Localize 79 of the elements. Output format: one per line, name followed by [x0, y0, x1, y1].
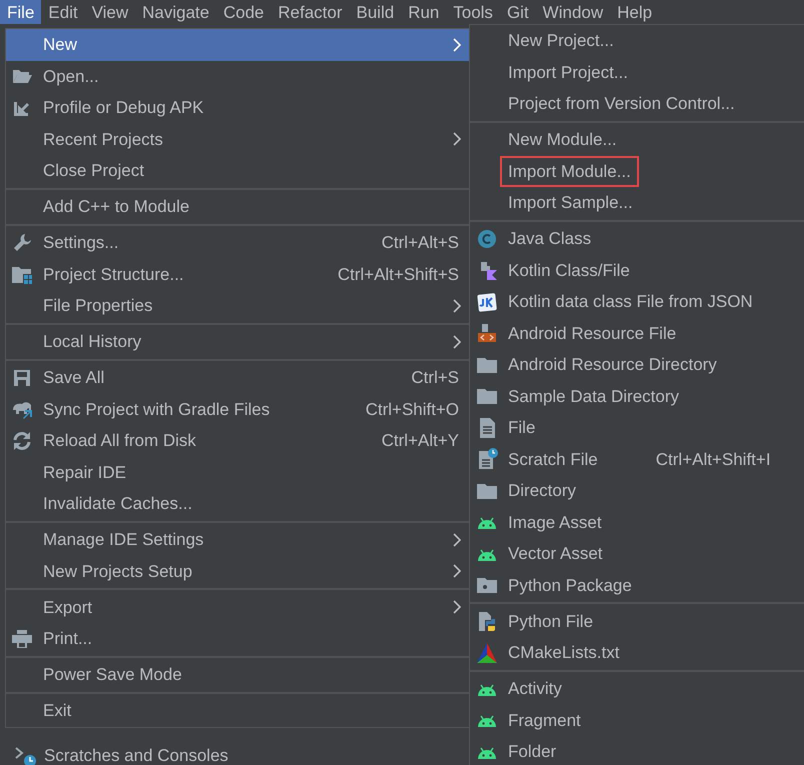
resource-file-icon [476, 322, 498, 344]
menu-item[interactable]: Project from Version Control... [500, 88, 743, 120]
printer-icon [11, 628, 33, 650]
menu-item[interactable]: File Properties [6, 290, 469, 322]
java-class-icon [476, 228, 498, 250]
menu-item[interactable]: Image Asset [500, 506, 610, 538]
shortcut-label: Ctrl+Alt+Shift+I [656, 448, 771, 470]
console-clock-icon [14, 744, 36, 765]
menu-item[interactable]: Kotlin data class File from JSON [500, 286, 761, 318]
menu-item[interactable]: Java Class [500, 223, 600, 254]
scratch-file-icon [476, 448, 498, 470]
menu-bar-item[interactable]: Window [536, 0, 610, 24]
menu-item[interactable]: Power Save Mode [6, 659, 469, 690]
menu-item[interactable]: Import Project... [500, 56, 636, 88]
menu-item[interactable]: Open... [6, 60, 469, 92]
shortcut-label: Ctrl+Alt+S [382, 232, 459, 254]
menu-bar-item[interactable]: Help [610, 0, 660, 24]
menu-item[interactable]: Fragment [500, 704, 589, 736]
shortcut-label: Ctrl+Alt+Shift+S [338, 264, 459, 286]
submenu-chevron-icon [453, 38, 461, 52]
menu-item[interactable]: Repair IDE [6, 456, 469, 488]
menu-item[interactable]: Export [6, 592, 469, 623]
menu-bar-item[interactable]: Edit [41, 0, 85, 24]
menu-item[interactable]: File [500, 412, 544, 444]
menu-item[interactable]: Scratch File [500, 444, 606, 475]
menu-item[interactable]: Import Sample... [500, 187, 641, 218]
submenu-chevron-icon [453, 298, 461, 313]
menu-bar-item[interactable]: Build [349, 0, 402, 24]
menu-item[interactable]: Import Module... [500, 156, 639, 187]
submenu-chevron-icon [453, 600, 461, 614]
shortcut-label: Ctrl+Alt+Y [382, 430, 459, 452]
menu-item[interactable]: Reload All from Disk Ctrl+Alt+Y [6, 425, 469, 456]
menu-item[interactable]: Recent Projects [6, 124, 469, 155]
menu-item[interactable]: Exit [6, 695, 469, 726]
menu-item[interactable]: Python File [500, 606, 602, 637]
tree-item-label[interactable]: Scratches and Consoles [44, 742, 228, 765]
menu-item[interactable]: Sample Data Directory [500, 380, 688, 412]
menu-item[interactable]: Add C++ to Module [6, 191, 469, 222]
shortcut-label: Ctrl+S [411, 367, 459, 389]
menu-item[interactable]: New Project... [500, 25, 622, 56]
menu-item[interactable]: Android Resource Directory [500, 349, 725, 380]
menu-bar-item[interactable]: File [0, 0, 42, 24]
menu-item[interactable]: Directory [500, 475, 584, 506]
shortcut-label: Ctrl+Shift+O [365, 398, 459, 420]
menu-item[interactable]: Settings... Ctrl+Alt+S [6, 227, 469, 258]
menu-item[interactable]: Folder [500, 736, 564, 765]
submenu-chevron-icon [453, 334, 461, 349]
menu-item[interactable]: New Module... [500, 124, 625, 156]
menu-item[interactable]: Android Resource File [500, 318, 684, 349]
menu-item[interactable]: Python Package [500, 570, 640, 601]
python-file-icon [476, 610, 498, 632]
menu-item[interactable]: Print... [6, 623, 469, 654]
menu-bar-item[interactable]: Navigate [135, 0, 216, 24]
menu-item[interactable]: Activity [500, 673, 570, 704]
menu-item[interactable]: Close Project [6, 155, 469, 186]
menu-bar-item[interactable]: Run [401, 0, 446, 24]
submenu-chevron-icon [453, 564, 461, 578]
cmake-triangle-icon [476, 642, 498, 664]
reload-icon [11, 430, 33, 452]
menu-item[interactable]: Profile or Debug APK [6, 92, 469, 124]
menu-item[interactable]: New Projects Setup [6, 556, 469, 587]
submenu-chevron-icon [453, 132, 461, 146]
submenu-chevron-icon [453, 532, 461, 547]
menu-item[interactable]: Manage IDE Settings [6, 524, 469, 556]
menu-item[interactable]: Kotlin Class/File [500, 254, 638, 286]
menu-bar-item[interactable]: Tools [446, 0, 500, 24]
menu-item[interactable]: Vector Asset [500, 538, 610, 570]
menu-item[interactable]: New [6, 29, 469, 60]
json-plugin-icon [476, 290, 498, 313]
menu-item[interactable]: Project Structure... Ctrl+Alt+Shift+S [6, 258, 469, 290]
menu-bar-item[interactable]: Code [216, 0, 271, 24]
menu-item[interactable]: Save All Ctrl+S [6, 362, 469, 394]
menu-bar-item[interactable]: Git [500, 0, 536, 24]
menu-item[interactable]: CMakeLists.txt [500, 637, 628, 668]
menu-item[interactable]: Invalidate Caches... [6, 488, 469, 520]
menu-item[interactable]: Sync Project with Gradle Files Ctrl+Shift+O [6, 394, 469, 425]
menu-item[interactable]: Local History [6, 326, 469, 358]
menu-bar-item[interactable]: View [84, 0, 136, 24]
menu-bar-item[interactable]: Refactor [271, 0, 350, 24]
